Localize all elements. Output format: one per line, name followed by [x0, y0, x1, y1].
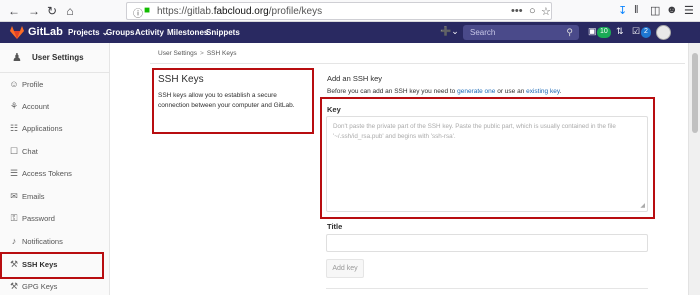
issues-icon[interactable]: ▣ [588, 26, 597, 37]
merge-requests-icon[interactable]: ⇅ [616, 26, 624, 37]
intro-text: or use an [495, 88, 527, 95]
sidebar-item-notifications[interactable]: ♪ Notifications [0, 231, 110, 253]
form-intro: Before you can add an SSH key you need t… [327, 88, 561, 95]
account-icon[interactable]: ☻ [666, 4, 678, 16]
title-input[interactable] [326, 234, 648, 252]
sidebar-item-label: Account [22, 102, 50, 111]
sidebar-item-password[interactable]: ⚿ Password [0, 208, 110, 230]
intro-text: . [559, 88, 562, 95]
page-actions-icon[interactable]: ••• [511, 5, 523, 17]
nav-milestones[interactable]: Milestones [167, 28, 208, 37]
breadcrumb-separator: > [200, 50, 204, 57]
reload-icon[interactable]: ↻ [44, 3, 60, 19]
gitlab-logo-icon[interactable] [10, 26, 24, 39]
sidebar-item-profile[interactable]: ☺ Profile [0, 74, 110, 96]
chat-icon: ☐ [9, 146, 19, 156]
form-heading: Add an SSH key [327, 74, 383, 83]
bell-icon: ♪ [11, 236, 17, 246]
existing-key-link[interactable]: existing key [526, 88, 559, 95]
todos-count-badge[interactable]: 2 [641, 27, 651, 38]
sidebar-item-label: Password [22, 214, 55, 223]
search-placeholder: Search [470, 28, 496, 37]
breadcrumb: User Settings > SSH Keys [158, 50, 236, 57]
lock-icon: ■ [144, 5, 151, 16]
sidebar-item-label: Chat [22, 147, 38, 156]
sidebar-item-label: Profile [22, 80, 44, 89]
search-icon: ⚲ [566, 27, 573, 37]
sidebar-item-access-tokens[interactable]: ☰ Access Tokens [0, 163, 110, 185]
sidebar-icon[interactable]: ◫ [650, 4, 660, 17]
browser-toolbar: ← → ↻ ⌂ ⓘ ■ https://gitlab.fabcloud.org/… [0, 0, 700, 22]
nav-snippets[interactable]: Snippets [206, 28, 240, 37]
forward-arrow-icon[interactable]: → [26, 3, 42, 19]
sidebar-item-emails[interactable]: ✉ Emails [0, 186, 110, 208]
sidebar-item-chat[interactable]: ☐ Chat [0, 141, 110, 163]
todos-icon[interactable]: ☑ [632, 26, 640, 37]
key-icon: ⚒ [9, 281, 19, 291]
user-avatar[interactable] [656, 25, 671, 40]
highlight-key [320, 97, 655, 219]
breadcrumb-current[interactable]: SSH Keys [207, 50, 237, 57]
scroll-thumb[interactable] [692, 53, 698, 133]
nav-projects[interactable]: Projects ⌄ [68, 28, 109, 37]
download-icon[interactable]: ↧ [618, 4, 627, 17]
back-arrow-icon[interactable]: ← [6, 3, 22, 19]
add-key-button[interactable]: Add key [326, 259, 364, 278]
gitlab-header: GitLab Projects ⌄ Groups Activity Milest… [0, 22, 700, 43]
highlight-info [152, 68, 314, 134]
gitlab-brand[interactable]: GitLab [28, 26, 63, 38]
new-dropdown-icon[interactable]: ➕⌄ [440, 26, 459, 37]
applications-icon: ☷ [9, 123, 19, 133]
address-bar[interactable]: ⓘ ■ https://gitlab.fabcloud.org/profile/… [126, 2, 552, 20]
menu-icon[interactable]: ☰ [684, 4, 694, 17]
profile-icon: ☺ [9, 79, 19, 89]
divider [326, 288, 648, 289]
sidebar-header[interactable]: ♟ User Settings [0, 43, 110, 73]
sidebar-item-label: Applications [22, 124, 63, 133]
email-icon: ✉ [10, 191, 18, 201]
sidebar-item-label: Notifications [22, 237, 63, 246]
access-tokens-icon: ☰ [9, 168, 19, 178]
bookmark-star-icon[interactable]: ☆ [541, 5, 551, 18]
info-icon[interactable]: ⓘ [133, 5, 143, 20]
lock-icon: ⚿ [10, 213, 18, 223]
highlight-ssh-keys [0, 252, 104, 279]
divider [150, 63, 685, 64]
generate-one-link[interactable]: generate one [457, 88, 495, 95]
issues-count-badge[interactable]: 10 [597, 27, 611, 38]
account-icon: ⚘ [9, 101, 19, 111]
sidebar-item-label: Access Tokens [22, 169, 72, 178]
sidebar-item-label: Emails [22, 192, 45, 201]
nav-activity[interactable]: Activity [135, 28, 164, 37]
intro-text: Before you can add an SSH key you need t… [327, 88, 458, 95]
user-icon: ♟ [12, 52, 22, 64]
breadcrumb-parent[interactable]: User Settings [158, 50, 197, 57]
home-icon[interactable]: ⌂ [62, 3, 78, 19]
library-icon[interactable]: ‖ [634, 4, 639, 16]
title-label: Title [327, 222, 343, 231]
pocket-icon[interactable]: ○ [529, 5, 536, 17]
sidebar-item-account[interactable]: ⚘ Account [0, 96, 110, 118]
nav-groups[interactable]: Groups [106, 28, 134, 37]
sidebar-item-label: GPG Keys [22, 282, 58, 291]
url-text: https://gitlab.fabcloud.org/profile/keys [157, 6, 323, 17]
sidebar-title: User Settings [32, 53, 84, 62]
sidebar-item-applications[interactable]: ☷ Applications [0, 118, 110, 140]
scrollbar[interactable] [688, 43, 700, 295]
search-input[interactable]: Search ⚲ [463, 25, 579, 40]
